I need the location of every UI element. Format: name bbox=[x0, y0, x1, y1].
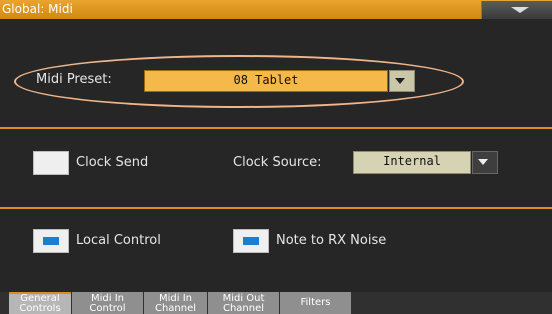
tab-midi-in-control[interactable]: Midi In Control bbox=[72, 292, 143, 314]
note-to-rx-noise-checkbox[interactable] bbox=[233, 229, 269, 253]
local-control-checkbox[interactable] bbox=[33, 229, 69, 253]
local-control-label: Local Control bbox=[76, 233, 161, 248]
tab-label: Control bbox=[89, 303, 126, 314]
checkbox-checked-indicator bbox=[43, 237, 59, 245]
title-bar: Global: Midi bbox=[0, 0, 552, 19]
page-title: Global: Midi bbox=[2, 2, 73, 16]
tab-bar: General Controls Midi In Control Midi In… bbox=[0, 292, 552, 314]
midi-settings-screen: Global: Midi Midi Preset: 08 Tablet Cloc… bbox=[0, 0, 552, 314]
midi-preset-label: Midi Preset: bbox=[36, 72, 112, 87]
chevron-down-icon bbox=[511, 7, 529, 13]
tab-midi-in-channel[interactable]: Midi In Channel bbox=[144, 292, 207, 314]
clock-send-label: Clock Send bbox=[76, 155, 149, 170]
section-divider bbox=[0, 127, 552, 129]
tab-label: Controls bbox=[19, 303, 61, 314]
chevron-down-icon bbox=[395, 78, 405, 84]
tab-general-controls[interactable]: General Controls bbox=[9, 292, 71, 314]
clock-source-dropdown-button[interactable] bbox=[472, 151, 498, 174]
tab-label: Filters bbox=[300, 297, 331, 308]
tab-label: Channel bbox=[222, 303, 265, 314]
chevron-down-icon bbox=[478, 159, 488, 165]
midi-preset-dropdown-button[interactable] bbox=[389, 70, 415, 92]
section-divider bbox=[0, 207, 552, 209]
midi-preset-field[interactable]: 08 Tablet bbox=[144, 70, 388, 92]
tab-label: Channel bbox=[154, 303, 197, 314]
tab-midi-out-channel[interactable]: Midi Out Channel bbox=[208, 292, 279, 314]
clock-source-label: Clock Source: bbox=[233, 155, 322, 170]
note-to-rx-noise-label: Note to RX Noise bbox=[276, 233, 387, 248]
page-menu-button[interactable] bbox=[481, 1, 552, 19]
tab-filters[interactable]: Filters bbox=[280, 292, 351, 314]
clock-source-select[interactable]: Internal bbox=[353, 151, 471, 174]
checkbox-checked-indicator bbox=[243, 237, 259, 245]
clock-send-checkbox[interactable] bbox=[33, 151, 69, 175]
active-tab-indicator bbox=[9, 292, 71, 294]
